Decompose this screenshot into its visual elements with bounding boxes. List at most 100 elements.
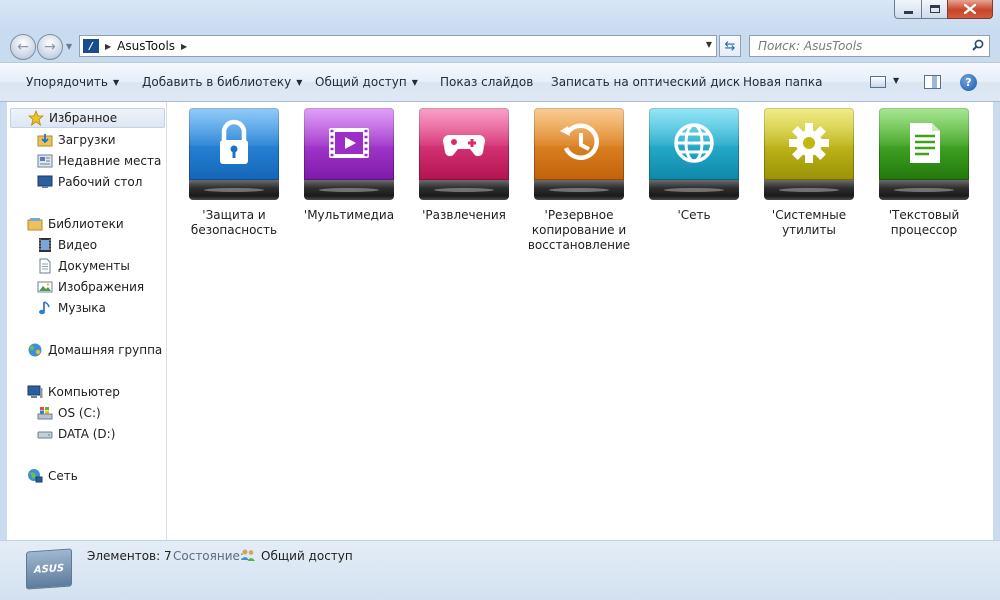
chevron-down-icon: ▼ [411,78,418,87]
share-menu[interactable]: Общий доступ ▼ [315,75,418,89]
file-label: 'Защита и безопасность [190,208,278,237]
forward-button[interactable]: → [37,34,63,60]
chevron-down-icon: ▼ [296,78,303,87]
help-icon[interactable]: ? [960,74,977,91]
document-icon [910,123,940,163]
navigation-pane: Избранное Загрузки Недавние места Рабочи… [7,102,167,540]
system-drive-icon [37,405,53,421]
search-icon[interactable] [972,39,984,51]
search-input[interactable]: Поиск: AsusTools [749,35,990,57]
file-label: 'Резервное копирование и восстановление [527,208,631,252]
libraries-icon [27,216,43,232]
command-bar: Упорядочить ▼ Добавить в библиотеку ▼ Общи… [0,62,1000,102]
film-icon [329,128,369,158]
breadcrumb-arrow-icon[interactable]: ▶ [181,42,187,51]
file-label: 'Сеть [677,208,711,222]
asus-logo-text: ASUS [33,562,65,576]
maximize-icon [929,5,940,13]
minimize-button[interactable] [894,0,921,19]
homegroup-icon [27,342,43,358]
nav-images[interactable]: Изображения [37,277,144,297]
file-item[interactable]: 'Мультимедиа [294,108,404,223]
nav-drive-d[interactable]: DATA (D:) [37,424,115,444]
tile-base [879,180,969,200]
nav-network[interactable]: Сеть [27,466,78,486]
nav-music[interactable]: Музыка [37,298,106,318]
minimize-icon [903,10,913,14]
tile-network [649,108,739,200]
nav-video[interactable]: Видео [37,235,97,255]
refresh-button[interactable]: ⇆ [719,35,741,57]
computer-icon [27,384,43,400]
arrow-right-icon: → [44,39,56,55]
tile-multimedia [304,108,394,200]
address-bar[interactable]: / ▶ AsusTools ▶ ▼ [79,35,717,57]
network-icon [27,468,43,484]
burn-button[interactable]: Записать на оптический диск [551,75,740,89]
organize-menu[interactable]: Упорядочить ▼ [26,75,119,89]
video-icon [37,237,53,253]
tile-entertainment [419,108,509,200]
change-view-icon[interactable] [870,76,886,88]
tile-base [304,180,394,200]
file-item[interactable]: 'Защита и безопасность [179,108,289,238]
nav-recent[interactable]: Недавние места [37,151,161,171]
tile-base [764,180,854,200]
file-item[interactable]: 'Текстовый процессор [869,108,979,238]
view-dropdown-icon[interactable]: ▼ [893,76,899,85]
file-item[interactable]: 'Сеть [639,108,749,223]
nav-documents-label: Документы [58,259,130,273]
nav-desktop[interactable]: Рабочий стол [37,172,142,192]
breadcrumb-current[interactable]: AsusTools [117,39,175,53]
music-note-icon [37,300,53,316]
add-to-library-label: Добавить в библиотеку [142,75,292,89]
file-label: 'Развлечения [422,208,506,222]
nav-documents[interactable]: Документы [37,256,130,276]
breadcrumb-arrow-icon[interactable]: ▶ [105,42,111,51]
downloads-folder-icon [37,132,53,148]
nav-computer[interactable]: Компьютер [27,382,120,402]
maximize-button[interactable] [921,0,947,19]
nav-drive-c-label: OS (C:) [58,406,101,420]
nav-downloads[interactable]: Загрузки [37,130,116,150]
lock-icon [220,119,248,164]
recent-pages-dropdown[interactable]: ▼ [66,42,72,51]
tile-word-processor [879,108,969,200]
tile-base [189,180,279,200]
gear-icon [789,123,829,163]
burn-label: Записать на оптический диск [551,75,741,89]
state-label: Состояние: [173,549,244,563]
nav-libraries-label: Библиотеки [48,217,124,231]
search-placeholder: Поиск: AsusTools [758,39,863,53]
nav-drive-c[interactable]: OS (C:) [37,403,101,423]
nav-favorites-label: Избранное [49,111,118,125]
new-folder-button[interactable]: Новая папка [743,75,822,89]
nav-libraries[interactable]: Библиотеки [27,214,124,234]
nav-homegroup[interactable]: Домашняя группа [27,340,162,360]
tile-base [649,180,739,200]
close-button[interactable] [947,0,993,19]
slideshow-label: Показ слайдов [440,75,534,89]
preview-pane-icon[interactable] [924,75,941,89]
asus-logo-icon: ASUS [26,548,72,590]
address-dropdown[interactable]: ▼ [706,40,712,49]
file-label: 'Системные утилиты [771,208,847,237]
gamepad-icon [443,135,485,157]
star-icon [28,110,44,126]
file-item[interactable]: 'Развлечения [409,108,519,223]
file-item[interactable]: 'Системные утилиты [754,108,864,238]
file-item[interactable]: 'Резервное копирование и восстановление [524,108,634,253]
recent-places-icon [37,153,53,169]
back-button[interactable]: ← [10,34,36,60]
nav-network-label: Сеть [48,469,78,483]
window-controls [894,0,993,19]
add-to-library-menu[interactable]: Добавить в библиотеку ▼ [142,75,302,89]
new-folder-label: Новая папка [743,75,823,89]
tile-backup [534,108,624,200]
share-label: Общий доступ [315,75,407,89]
images-icon [37,279,53,295]
nav-favorites[interactable]: Избранное [10,108,165,128]
slideshow-button[interactable]: Показ слайдов [440,75,533,89]
desktop-icon [37,174,53,190]
chevron-down-icon: ▼ [112,78,120,87]
